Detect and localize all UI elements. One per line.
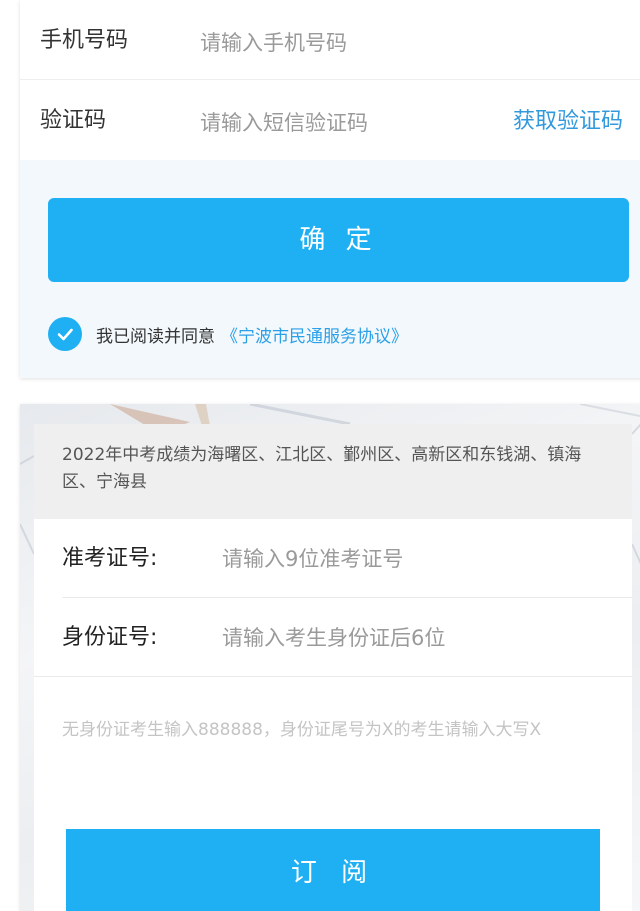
exam-id-input[interactable] — [222, 544, 622, 574]
agree-checkbox[interactable] — [48, 317, 82, 351]
login-card: 手机号码 验证码 获取验证码 确 定 我已阅读并同意 《宁波市民通服务协议》 — [20, 0, 640, 378]
phone-input[interactable] — [200, 28, 500, 58]
sms-code-input[interactable] — [200, 108, 500, 138]
code-label: 验证码 — [40, 108, 107, 133]
agreement-link[interactable]: 《宁波市民通服务协议》 — [221, 322, 408, 347]
confirm-button[interactable]: 确 定 — [48, 198, 629, 282]
scope-notice: 2022年中考成绩为海曙区、江北区、鄞州区、高新区和东钱湖、镇海区、宁海县 — [34, 424, 632, 519]
subscribe-button[interactable]: 订 阅 — [66, 829, 600, 911]
id-card-hint: 无身份证考生输入888888，身份证尾号为X的考生请输入大写X — [62, 720, 542, 740]
login-form: 手机号码 验证码 获取验证码 — [20, 0, 640, 160]
phone-row: 手机号码 — [20, 0, 640, 80]
id-card-row: 身份证号: — [34, 598, 632, 677]
phone-label: 手机号码 — [40, 28, 129, 53]
exam-id-row: 准考证号: — [62, 519, 632, 598]
get-code-button[interactable]: 获取验证码 — [513, 80, 623, 164]
id-card-label: 身份证号: — [62, 625, 158, 650]
subscription-card: 2022年中考成绩为海曙区、江北区、鄞州区、高新区和东钱湖、镇海区、宁海县 准考… — [20, 404, 640, 911]
checkmark-icon — [57, 328, 73, 341]
agreement-row: 我已阅读并同意 《宁波市民通服务协议》 — [48, 316, 408, 352]
code-row: 验证码 获取验证码 — [20, 80, 640, 160]
agree-text: 我已阅读并同意 — [96, 326, 215, 347]
exam-id-label: 准考证号: — [62, 546, 158, 571]
id-card-input[interactable] — [222, 623, 622, 653]
subscription-form: 2022年中考成绩为海曙区、江北区、鄞州区、高新区和东钱湖、镇海区、宁海县 准考… — [34, 424, 632, 911]
